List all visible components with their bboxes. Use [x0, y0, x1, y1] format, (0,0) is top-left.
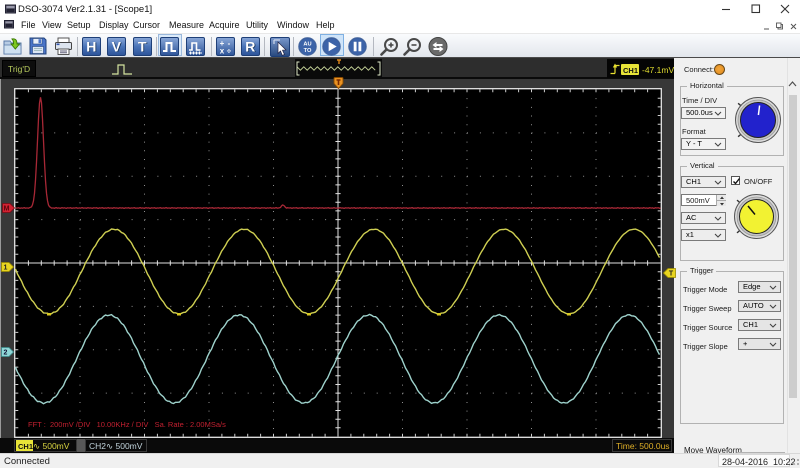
- svg-text:M: M: [4, 206, 10, 213]
- svg-text:TO: TO: [304, 48, 312, 54]
- svg-text:2: 2: [4, 350, 8, 357]
- svg-text:V: V: [112, 38, 122, 54]
- svg-text:T: T: [669, 271, 674, 278]
- svg-text:AU: AU: [303, 42, 311, 48]
- svg-text:R: R: [245, 38, 255, 54]
- svg-text:H: H: [86, 38, 96, 54]
- svg-text:÷: ÷: [227, 47, 232, 56]
- svg-text:x: x: [220, 47, 225, 56]
- svg-text:1: 1: [4, 265, 8, 272]
- svg-text:T: T: [138, 38, 147, 54]
